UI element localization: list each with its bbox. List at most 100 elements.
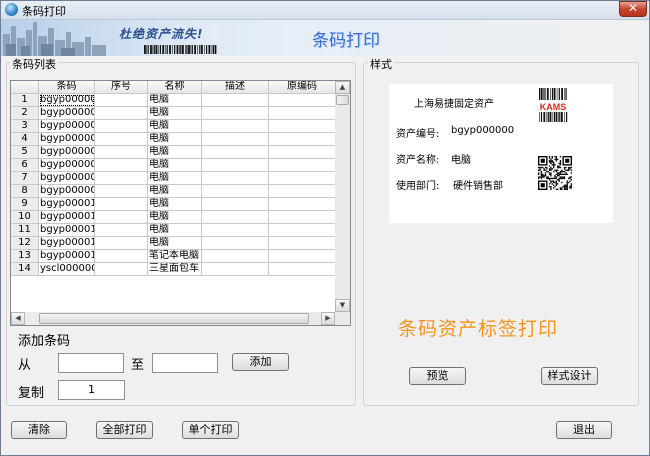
grid-cell-name[interactable]: 电脑 (148, 120, 202, 133)
grid-cell-desc[interactable] (202, 237, 269, 250)
grid-cell-barcode[interactable]: bgyp000000 (39, 94, 95, 107)
vertical-scroll-thumb[interactable] (336, 95, 349, 105)
grid-cell-barcode[interactable]: yscl000000 (39, 263, 95, 276)
grid-cell-orig[interactable] (269, 133, 336, 146)
grid-cell-barcode[interactable]: bgyp000008 (39, 172, 95, 185)
title-bar[interactable]: 条码打印 ✕ (1, 1, 649, 20)
grid-cell-seq[interactable] (95, 107, 148, 120)
preview-button[interactable]: 预览 (409, 367, 466, 385)
grid-cell-seq[interactable] (95, 120, 148, 133)
scroll-left-arrow-icon[interactable]: ◀ (11, 312, 25, 325)
grid-cell-desc[interactable] (202, 120, 269, 133)
row-number[interactable]: 11 (11, 224, 39, 237)
grid-cell-barcode[interactable]: bgyp000002 (39, 120, 95, 133)
barcode-grid[interactable]: 条码序号名称描述原编码1bgyp000000电脑2bgyp000001电脑3bg… (10, 80, 351, 326)
grid-cell-seq[interactable] (95, 198, 148, 211)
row-number[interactable]: 2 (11, 107, 39, 120)
grid-cell-orig[interactable] (269, 120, 336, 133)
grid-cell-barcode[interactable]: bgyp000012 (39, 224, 95, 237)
grid-cell-orig[interactable] (269, 237, 336, 250)
grid-cell-barcode[interactable]: bgyp000006 (39, 159, 95, 172)
grid-cell-seq[interactable] (95, 159, 148, 172)
column-header[interactable]: 名称 (148, 81, 202, 94)
grid-cell-name[interactable]: 电脑 (148, 133, 202, 146)
grid-cell-barcode[interactable]: bgyp000001 (39, 107, 95, 120)
grid-cell-name[interactable]: 电脑 (148, 198, 202, 211)
row-number[interactable]: 5 (11, 146, 39, 159)
print-all-button[interactable]: 全部打印 (96, 421, 153, 439)
scroll-up-arrow-icon[interactable]: ▲ (335, 81, 350, 94)
grid-cell-desc[interactable] (202, 133, 269, 146)
row-number[interactable]: 9 (11, 198, 39, 211)
horizontal-scroll-thumb[interactable] (39, 313, 309, 324)
grid-cell-name[interactable]: 笔记本电脑 (148, 250, 202, 263)
grid-cell-desc[interactable] (202, 211, 269, 224)
row-number[interactable]: 12 (11, 237, 39, 250)
grid-cell-name[interactable]: 电脑 (148, 107, 202, 120)
row-number[interactable]: 3 (11, 120, 39, 133)
grid-cell-desc[interactable] (202, 107, 269, 120)
row-number[interactable]: 7 (11, 172, 39, 185)
row-number[interactable]: 4 (11, 133, 39, 146)
grid-cell-seq[interactable] (95, 185, 148, 198)
grid-cell-barcode[interactable]: bgyp000010 (39, 198, 95, 211)
grid-cell-orig[interactable] (269, 94, 336, 107)
grid-cell-orig[interactable] (269, 159, 336, 172)
grid-cell-name[interactable]: 电脑 (148, 159, 202, 172)
add-button[interactable]: 添加 (232, 353, 289, 371)
scroll-down-arrow-icon[interactable]: ▼ (335, 299, 350, 312)
grid-cell-desc[interactable] (202, 224, 269, 237)
grid-cell-orig[interactable] (269, 172, 336, 185)
copy-count-input[interactable]: 1 (58, 380, 125, 400)
scroll-right-arrow-icon[interactable]: ▶ (321, 312, 335, 325)
row-number[interactable]: 8 (11, 185, 39, 198)
close-button[interactable]: ✕ (619, 1, 647, 17)
style-design-button[interactable]: 样式设计 (541, 367, 598, 385)
grid-cell-seq[interactable] (95, 224, 148, 237)
column-header[interactable]: 描述 (202, 81, 269, 94)
grid-cell-seq[interactable] (95, 172, 148, 185)
grid-cell-desc[interactable] (202, 159, 269, 172)
grid-cell-orig[interactable] (269, 198, 336, 211)
exit-button[interactable]: 退出 (556, 421, 612, 439)
grid-cell-seq[interactable] (95, 211, 148, 224)
grid-cell-seq[interactable] (95, 94, 148, 107)
column-header[interactable]: 序号 (95, 81, 148, 94)
grid-cell-orig[interactable] (269, 107, 336, 120)
grid-cell-seq[interactable] (95, 250, 148, 263)
grid-cell-barcode[interactable]: bgyp000003 (39, 133, 95, 146)
to-input[interactable] (152, 353, 218, 373)
grid-cell-desc[interactable] (202, 172, 269, 185)
grid-cell-barcode[interactable]: bgyp000009 (39, 185, 95, 198)
grid-cell-orig[interactable] (269, 224, 336, 237)
grid-cell-orig[interactable] (269, 146, 336, 159)
grid-cell-orig[interactable] (269, 250, 336, 263)
row-number[interactable]: 10 (11, 211, 39, 224)
grid-cell-desc[interactable] (202, 94, 269, 107)
grid-cell-name[interactable]: 电脑 (148, 185, 202, 198)
row-number[interactable]: 14 (11, 263, 39, 276)
column-header[interactable]: 条码 (39, 81, 95, 94)
vertical-scrollbar[interactable]: ▲ ▼ (335, 81, 350, 312)
row-number[interactable]: 1 (11, 94, 39, 107)
grid-cell-name[interactable]: 三星面包车 (148, 263, 202, 276)
grid-cell-barcode[interactable]: bgyp000013 (39, 237, 95, 250)
grid-cell-name[interactable]: 电脑 (148, 211, 202, 224)
grid-cell-seq[interactable] (95, 237, 148, 250)
grid-cell-name[interactable]: 电脑 (148, 237, 202, 250)
grid-cell-seq[interactable] (95, 263, 148, 276)
from-input[interactable] (58, 353, 124, 373)
column-header[interactable]: 原编码 (269, 81, 336, 94)
grid-cell-name[interactable]: 电脑 (148, 224, 202, 237)
grid-cell-orig[interactable] (269, 185, 336, 198)
row-number[interactable]: 13 (11, 250, 39, 263)
grid-cell-name[interactable]: 电脑 (148, 146, 202, 159)
grid-cell-orig[interactable] (269, 263, 336, 276)
grid-cell-desc[interactable] (202, 198, 269, 211)
grid-cell-orig[interactable] (269, 211, 336, 224)
grid-cell-desc[interactable] (202, 263, 269, 276)
row-number[interactable]: 6 (11, 159, 39, 172)
grid-cell-name[interactable]: 电脑 (148, 94, 202, 107)
grid-cell-seq[interactable] (95, 133, 148, 146)
grid-cell-desc[interactable] (202, 185, 269, 198)
